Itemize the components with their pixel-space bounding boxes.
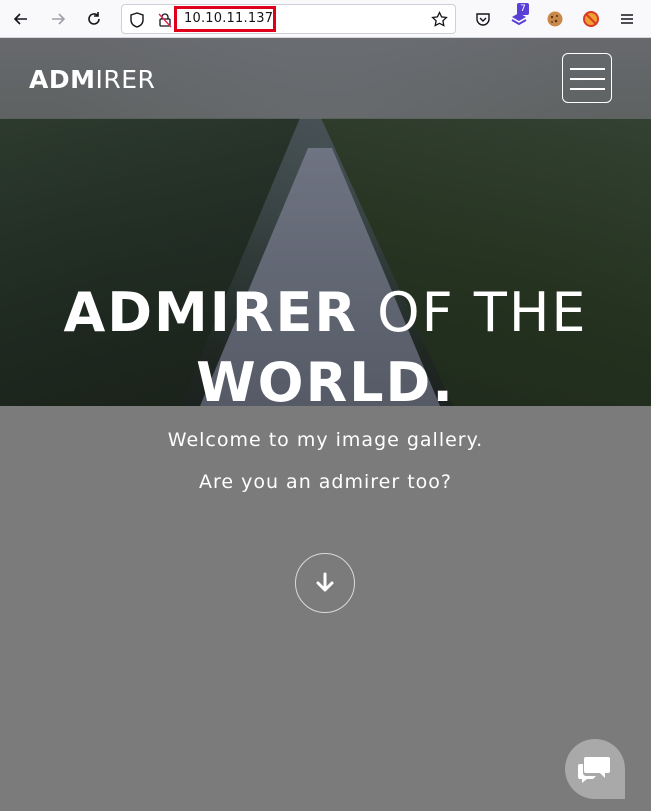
- url-bar[interactable]: 10.10.11.137: [121, 4, 456, 34]
- chat-icon: [578, 757, 610, 783]
- url-text[interactable]: 10.10.11.137: [184, 11, 273, 26]
- logo-bold: ADM: [29, 65, 96, 94]
- hero-title-light: OF THE: [377, 281, 588, 344]
- web-page: ADMIRER ADMIRER OF THE WORLD. Welcome to…: [0, 38, 651, 811]
- extension-badge: 7: [517, 3, 529, 15]
- star-icon[interactable]: [431, 11, 448, 28]
- hero-subtitle-2: Are you an admirer too?: [198, 471, 452, 493]
- nav-menu-button[interactable]: [562, 53, 612, 103]
- pocket-button[interactable]: [471, 7, 495, 31]
- blocker-button[interactable]: [579, 7, 603, 31]
- hamburger-icon: [621, 14, 633, 24]
- app-menu-button[interactable]: [615, 7, 639, 31]
- cookie-button[interactable]: [543, 7, 567, 31]
- site-navbar: ADMIRER: [0, 38, 651, 119]
- reload-icon: [88, 12, 100, 25]
- forward-button[interactable]: [46, 7, 70, 31]
- pocket-icon: [476, 13, 490, 26]
- arrow-down-icon: [316, 572, 334, 592]
- reload-button[interactable]: [82, 7, 106, 31]
- hero-title-bold-1: ADMIRER: [63, 281, 358, 344]
- forward-icon: [52, 13, 66, 25]
- hero-title-bold-2: WORLD.: [196, 351, 455, 414]
- logo-light: IRER: [95, 65, 156, 94]
- site-logo[interactable]: ADMIRER: [29, 65, 155, 94]
- hero-subtitle-1: Welcome to my image gallery.: [167, 429, 484, 451]
- shield-icon[interactable]: [130, 12, 144, 28]
- scroll-down-button[interactable]: [295, 553, 355, 613]
- back-button[interactable]: [9, 7, 33, 31]
- back-icon: [13, 13, 27, 25]
- chat-button[interactable]: [565, 739, 625, 799]
- hero-title: ADMIRER OF THE WORLD.: [0, 278, 651, 418]
- lock-insecure-icon[interactable]: [158, 12, 172, 28]
- cookie-icon: [547, 11, 563, 27]
- blocked-icon: [583, 11, 599, 27]
- browser-toolbar: 10.10.11.137 7: [0, 0, 651, 38]
